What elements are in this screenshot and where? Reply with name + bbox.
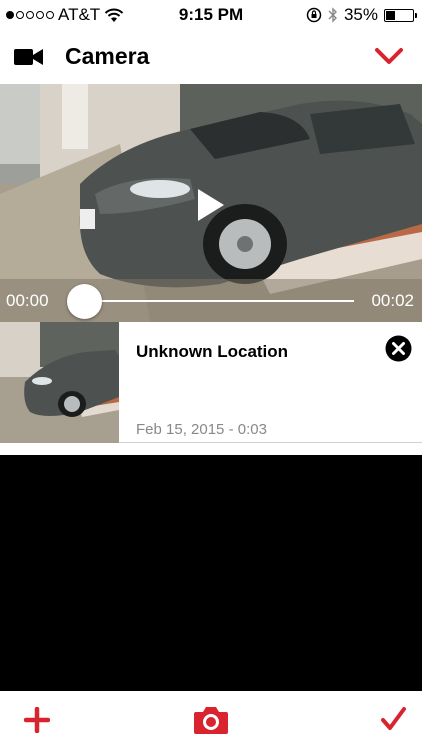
battery-fill [386, 10, 396, 20]
scrubber-handle[interactable] [67, 284, 102, 319]
checkmark-icon[interactable] [380, 706, 406, 732]
nav-header: Camera [0, 30, 422, 84]
media-list-empty-area [0, 455, 422, 691]
duration-time: 00:02 [371, 291, 414, 310]
battery-percent: 35% [343, 5, 378, 24]
play-icon[interactable] [196, 187, 226, 223]
scrubber-track[interactable] [84, 300, 354, 302]
video-camera-icon[interactable] [14, 47, 44, 67]
bottom-toolbar [0, 691, 422, 750]
status-right: 35% [306, 5, 417, 25]
battery-icon [384, 8, 417, 22]
bluetooth-icon [328, 7, 337, 23]
rotation-lock-icon [306, 7, 322, 23]
media-item-card[interactable]: Unknown Location Feb 15, 2015 - 0:03 [0, 322, 422, 443]
media-thumbnail[interactable] [0, 322, 119, 443]
video-preview[interactable]: 00:00 00:02 [0, 84, 422, 322]
thumbnail-image [0, 322, 119, 443]
camera-icon[interactable] [193, 705, 229, 735]
location-title: Unknown Location [136, 342, 289, 361]
capture-date: Feb 15, 2015 - 0:03 [136, 421, 267, 438]
plus-icon[interactable] [24, 707, 50, 733]
chevron-down-icon[interactable] [374, 44, 404, 68]
current-time: 00:00 [6, 291, 49, 310]
close-circle-icon[interactable] [385, 335, 412, 362]
page-title: Camera [65, 43, 150, 69]
status-bar: AT&T 9:15 PM 35% [0, 0, 422, 30]
